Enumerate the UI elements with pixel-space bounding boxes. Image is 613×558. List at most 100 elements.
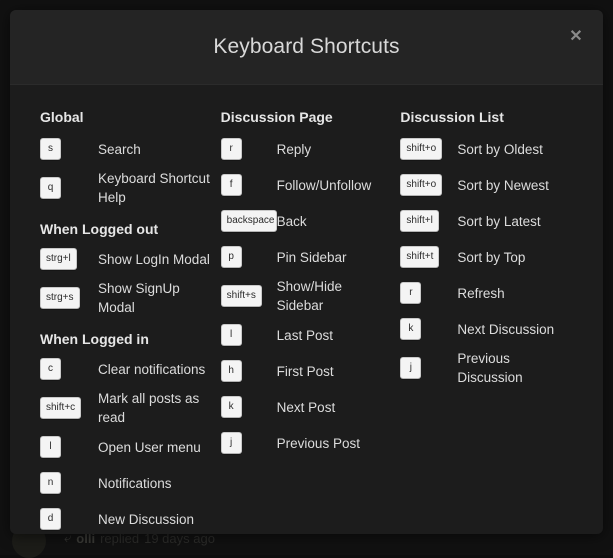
shortcut-label: Refresh [457,285,505,301]
shortcut-key-cell: d [40,508,98,530]
keycap: j [220,432,242,454]
shortcut-label: Back [276,213,307,229]
shortcut-row: c Clear notifications [40,353,221,385]
shortcut-label: Sort by Top [457,249,526,265]
shortcut-row: shift+o Sort by Newest [400,169,583,201]
shortcut-label: Notifications [98,475,172,491]
shortcut-row: q Keyboard Shortcut Help [40,169,221,207]
shortcut-key-cell: strg+l [40,248,98,270]
shortcut-row: p Pin Sidebar [220,241,401,273]
column-title: Discussion List [400,109,504,125]
keycap: p [220,246,242,268]
column-title: Global [40,109,84,125]
shortcut-row: r Reply [220,133,401,165]
keycap: l [40,436,61,458]
keycap: s [40,138,61,160]
page-title: Keyboard Shortcuts [213,35,400,58]
shortcut-row: j Previous Post [220,427,401,459]
modal-header: Keyboard Shortcuts ✕ [10,10,603,85]
shortcut-key-cell: s [40,138,98,160]
shortcut-key-cell: n [40,472,98,494]
shortcut-label: Show LogIn Modal [98,251,210,267]
shortcut-group-title: When Logged out [40,221,159,237]
keycap: k [220,396,242,418]
shortcut-row: l Open User menu [40,431,221,463]
shortcut-key-cell: backspace [220,210,277,232]
keycap: j [400,357,422,379]
shortcut-key-cell: shift+t [400,246,457,268]
shortcut-row: shift+l Sort by Latest [400,205,583,237]
shortcut-label: First Post [276,363,334,379]
keycap: n [40,472,61,494]
keycap: shift+l [400,210,439,232]
shortcut-label: Next Discussion [457,321,555,337]
shortcut-row: shift+s Show/Hide Sidebar [220,277,401,315]
keycap: shift+c [40,397,82,419]
shortcut-key-cell: shift+o [400,138,457,160]
shortcut-row: k Next Discussion [400,313,583,345]
shortcut-key-cell: shift+c [40,397,98,419]
keyboard-shortcuts-modal: Keyboard Shortcuts ✕ Global s Search q Keybo… [10,10,603,534]
shortcut-row: d New Discussion [40,503,221,534]
shortcut-label: Search [98,141,141,157]
shortcut-row: shift+t Sort by Top [400,241,583,273]
shortcut-row: backspace Back [220,205,401,237]
keycap: h [220,360,242,382]
shortcut-key-cell: k [220,396,277,418]
shortcut-label: Sort by Newest [457,177,549,193]
shortcut-key-cell: l [40,436,98,458]
shortcut-label: Sort by Oldest [457,141,543,157]
shortcut-key-cell: r [220,138,277,160]
keycap: r [220,138,242,160]
shortcut-key-cell: shift+o [400,174,457,196]
shortcuts-grid: Global s Search q Keyboard Shortcut Help When… [10,85,603,534]
keycap: shift+t [400,246,440,268]
shortcut-row: j Previous Discussion [400,349,583,387]
keycap: l [220,324,242,346]
keycap: strg+l [40,248,77,270]
keycap: c [40,358,61,380]
shortcut-key-cell: p [220,246,277,268]
shortcut-key-cell: shift+s [220,285,277,307]
shortcut-row: shift+o Sort by Oldest [400,133,583,165]
shortcut-label: Pin Sidebar [276,249,347,265]
keycap: backspace [220,210,277,232]
keycap: shift+o [400,174,443,196]
shortcut-key-cell: c [40,358,98,380]
shortcut-key-cell: k [400,318,457,340]
shortcut-key-cell: q [40,177,98,199]
shortcut-row: s Search [40,133,221,165]
keycap: q [40,177,61,199]
keycap: r [400,282,422,304]
keycap: shift+s [220,285,262,307]
shortcut-row: strg+l Show LogIn Modal [40,243,221,275]
shortcut-label: Sort by Latest [457,213,541,229]
shortcut-row: strg+s Show SignUp Modal [40,279,221,317]
shortcut-label: Show/Hide Sidebar [276,279,342,313]
keycap: d [40,508,61,530]
shortcut-row: shift+c Mark all posts as read [40,389,221,427]
shortcut-label: Previous Discussion [457,351,523,385]
shortcut-row: h First Post [220,355,401,387]
shortcut-key-cell: h [220,360,277,382]
shortcut-column: Global s Search q Keyboard Shortcut Help When… [30,107,221,534]
shortcut-label: Show SignUp Modal [98,281,180,315]
shortcut-key-cell: j [400,357,457,379]
shortcut-group-title: When Logged in [40,331,149,347]
keycap: k [400,318,422,340]
keycap: f [220,174,242,196]
shortcut-label: Keyboard Shortcut Help [98,171,210,205]
shortcut-row: l Last Post [220,319,401,351]
shortcut-label: New Discussion [98,511,195,527]
close-icon[interactable]: ✕ [563,24,589,50]
shortcut-key-cell: f [220,174,277,196]
shortcut-key-cell: shift+l [400,210,457,232]
shortcut-label: Next Post [276,399,336,415]
shortcut-column: Discussion Page r Reply f Follow/Unfollow bac… [220,107,401,463]
shortcut-label: Clear notifications [98,361,206,377]
keycap: strg+s [40,287,80,309]
shortcut-label: Reply [276,141,312,157]
column-title: Discussion Page [220,109,333,125]
shortcut-label: Last Post [276,327,333,343]
shortcut-key-cell: l [220,324,277,346]
